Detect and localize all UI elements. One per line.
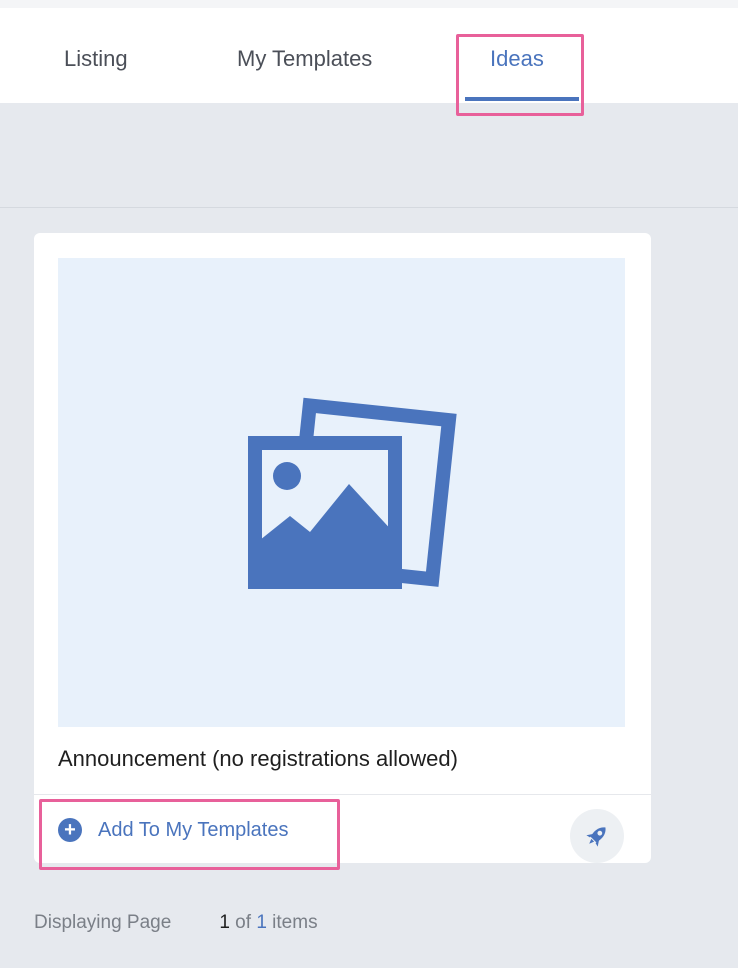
tab-listing[interactable]: Listing bbox=[64, 46, 128, 72]
pagination-label: Displaying Page bbox=[34, 912, 172, 933]
template-card: Announcement (no registrations allowed) … bbox=[34, 233, 651, 863]
launch-button[interactable] bbox=[570, 809, 624, 863]
pagination-suffix: items bbox=[272, 912, 318, 933]
top-strip bbox=[0, 0, 738, 8]
tab-bar: Listing My Templates Ideas bbox=[0, 8, 738, 103]
pagination-of: of bbox=[235, 912, 252, 933]
ideas-tab-highlight bbox=[456, 34, 584, 116]
section-divider bbox=[0, 207, 738, 208]
image-gallery-icon bbox=[248, 397, 457, 589]
pagination-info: Displaying Page 1 of 1 items bbox=[34, 912, 318, 934]
pagination-current: 1 bbox=[219, 912, 230, 933]
template-thumbnail[interactable] bbox=[58, 258, 625, 727]
add-button-highlight bbox=[39, 799, 340, 870]
pagination-total: 1 bbox=[256, 912, 267, 933]
template-title: Announcement (no registrations allowed) bbox=[58, 746, 458, 771]
rocket-icon bbox=[586, 827, 606, 847]
tab-my-templates[interactable]: My Templates bbox=[237, 46, 372, 72]
card-separator bbox=[34, 794, 651, 795]
